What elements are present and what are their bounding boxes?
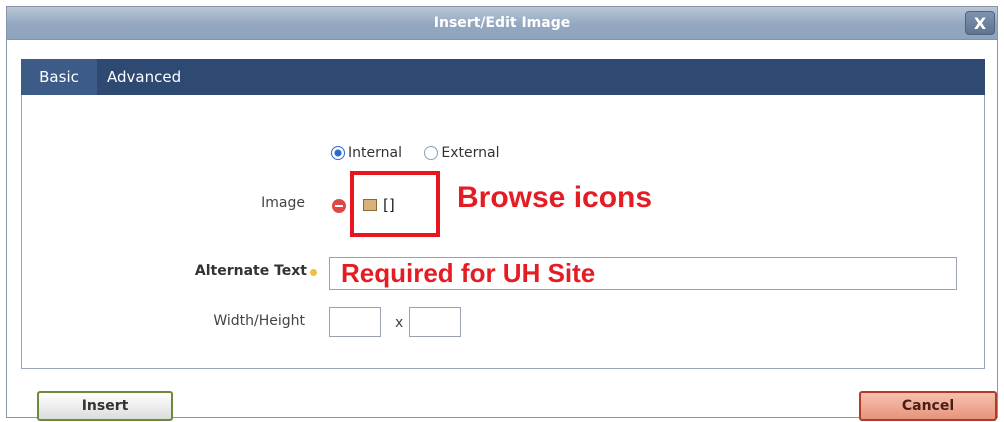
close-button[interactable]: X (965, 11, 995, 35)
dimension-separator: x (395, 315, 404, 331)
cancel-button[interactable]: Cancel (859, 391, 997, 421)
source-radio-group: Internal External (331, 145, 500, 164)
insert-button[interactable]: Insert (37, 391, 173, 421)
dialog-titlebar[interactable]: Insert/Edit Image X (7, 7, 997, 40)
width-height-label: Width/Height (213, 313, 305, 329)
dialog-title: Insert/Edit Image (433, 15, 571, 31)
radio-internal-indicator[interactable] (331, 146, 345, 160)
height-input[interactable] (409, 307, 461, 337)
radio-external-label: External (441, 145, 500, 161)
browse-highlight-box (350, 171, 440, 237)
radio-external[interactable]: External (424, 145, 500, 161)
remove-icon[interactable] (332, 199, 346, 213)
alt-text-label: Alternate Text (194, 263, 307, 279)
radio-internal-label: Internal (348, 145, 402, 161)
radio-internal[interactable]: Internal (331, 145, 402, 161)
browse-annotation: Browse icons (457, 181, 653, 214)
image-label: Image (261, 195, 305, 211)
required-star-icon (310, 269, 317, 276)
width-input[interactable] (329, 307, 381, 337)
tab-bar: Basic Advanced (21, 59, 985, 95)
insert-edit-image-dialog: Insert/Edit Image X Basic Advanced Inter… (6, 6, 998, 421)
required-annotation: Required for UH Site (341, 258, 596, 288)
tab-advanced[interactable]: Advanced (107, 59, 181, 95)
tab-basic[interactable]: Basic (21, 59, 97, 95)
radio-external-indicator[interactable] (424, 146, 439, 160)
